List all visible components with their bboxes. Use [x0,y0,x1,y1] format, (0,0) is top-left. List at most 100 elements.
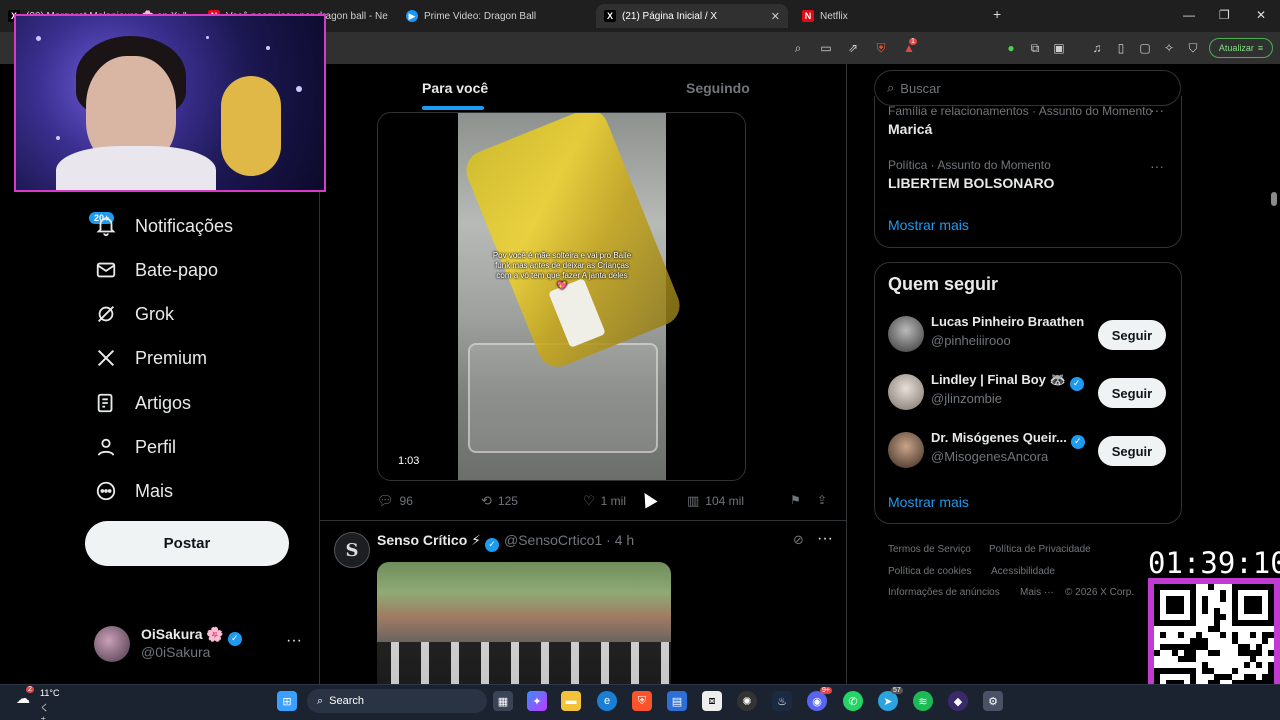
heart-icon: ♡ [583,493,595,508]
more-circle-icon [92,477,120,505]
obsidian-icon[interactable]: ◆ [948,691,968,711]
suggestion-name: Lucas Pinheiro Braathen [931,314,1085,329]
vpn-icon[interactable]: ⛉ [1186,41,1200,55]
post-divider [320,520,847,521]
footer-link[interactable]: Informações de anúncios [888,587,1000,598]
nav-grok[interactable]: Grok [92,299,174,329]
update-button[interactable]: Atualizar ≡ [1209,38,1273,58]
stream-timer: 01:39:10 [1148,546,1280,580]
window-close-icon[interactable]: ✕ [1256,8,1266,22]
settings-icon[interactable]: ⚙ [983,691,1003,711]
trend-title[interactable]: Maricá [888,121,932,137]
nav-profile[interactable]: Perfil [92,432,176,462]
like-button[interactable]: ♡ 1 mil [583,493,626,509]
mouse-cursor [638,489,658,509]
author-name[interactable]: Senso Crítico ⚡ ✓ [377,532,499,552]
tab-following[interactable]: Seguindo [686,80,750,96]
tweet-image[interactable] [377,562,671,684]
nav-notifications[interactable]: Notificações [92,211,233,241]
media-icon[interactable]: ♫ [1090,41,1104,55]
footer-link[interactable]: Termos de Serviço [888,544,971,555]
edge-icon[interactable]: e [597,691,617,711]
suggestion-name: Lindley | Final Boy 🦝 ✓ [931,372,1084,391]
close-tab-icon[interactable]: ✕ [771,10,780,23]
discord-badge: 9+ [820,687,832,694]
views-button[interactable]: ▥ 104 mil [687,493,744,509]
weather-badge: 2 [26,686,34,693]
tab-for-you[interactable]: Para você [422,80,488,96]
follow-button[interactable]: Seguir [1098,378,1166,408]
repost-button[interactable]: ⟲ 125 [481,493,518,509]
zoom-icon[interactable]: ⌕ [791,41,805,55]
trend-more-icon[interactable]: ··· [1150,102,1164,118]
more-options-icon[interactable]: ··· [286,632,302,650]
follow-suggestion[interactable]: Dr. Misógenes Queir... ✓ @MisogenesAncora… [888,430,1170,472]
share-post-icon[interactable]: ⇪ [817,493,827,507]
trend-meta: Política · Assunto do Momento [888,158,1051,172]
steam-icon[interactable]: ♨ [772,691,792,711]
store-icon[interactable]: ▤ [667,691,687,711]
mail-icon [92,256,120,284]
leo-ai-icon[interactable]: ✧ [1162,41,1176,55]
verified-icon: ✓ [227,631,242,646]
reply-button[interactable]: 💬︎ 96 [377,493,413,509]
telegram-icon[interactable]: ➤ [878,691,898,711]
spotify-icon[interactable]: ≋ [913,691,933,711]
show-more-follow-link[interactable]: Mostrar mais [888,494,969,510]
footer-link[interactable]: Política de Privacidade [989,544,1091,555]
whatsapp-icon[interactable]: ✆ [843,691,863,711]
account-switcher[interactable]: OiSakura 🌸 ✓ @0iSakura ··· [94,624,304,662]
wallet-2-icon[interactable]: ▢ [1138,41,1152,55]
bookmark-icon[interactable]: ⚑ [790,493,801,507]
copilot-icon[interactable]: ✦ [527,691,547,711]
trend-more-icon[interactable]: ··· [1150,158,1164,174]
browser-tab-3[interactable]: ▶ Prime Video: Dragon Ball [398,4,593,28]
capcut-icon[interactable]: ⧈ [702,691,722,711]
nav-premium[interactable]: Premium [92,343,207,373]
nav-articles[interactable]: Artigos [92,388,191,418]
taskbar-search[interactable]: ⌕ Search [307,689,487,713]
file-explorer-icon[interactable]: ▬ [561,691,581,711]
video-player[interactable]: Pov você é mãe solteira e vai pro Baile … [377,112,746,481]
new-tab-button[interactable]: + [993,6,1001,22]
browser-tab-5[interactable]: N Netflix [794,4,984,28]
scrollbar-thumb[interactable] [1271,192,1277,206]
chatgpt-icon[interactable]: ✺ [737,691,757,711]
vpn-status-icon[interactable]: ● [1004,41,1018,55]
nav-more[interactable]: Mais [92,476,173,506]
grok-explain-icon[interactable]: ⊘ [793,532,804,548]
follow-button[interactable]: Seguir [1098,320,1166,350]
post-button[interactable]: Postar [85,521,289,566]
author-avatar[interactable]: S [334,532,370,568]
follow-suggestion[interactable]: Lindley | Final Boy 🦝 ✓ @jlinzombie Segui… [888,372,1170,414]
verified-icon: ✓ [1070,434,1085,449]
trend-title[interactable]: LIBERTEM BOLSONARO [888,175,1054,191]
show-more-trends-link[interactable]: Mostrar mais [888,217,969,233]
footer-link[interactable]: Política de cookies [888,566,971,577]
article-icon [92,389,120,417]
maximize-icon[interactable]: ❐ [1219,8,1230,22]
more-options-icon[interactable]: ··· [817,530,833,548]
follow-suggestion[interactable]: Lucas Pinheiro Braathen @pinheiiirooo Se… [888,314,1170,356]
brave-icon[interactable]: ⛨ [632,691,652,711]
sidebar-icon[interactable]: ▯ [1114,41,1128,55]
start-button[interactable]: ⊞ [277,691,297,711]
discord-icon[interactable]: ◉ [807,691,827,711]
wallet-icon[interactable]: ▣ [1052,41,1066,55]
extensions-icon[interactable]: ⧉ [1028,41,1042,55]
footer-link[interactable]: Mais ··· [1020,587,1054,598]
share-icon[interactable]: ⇗ [846,41,860,55]
avatar [94,626,130,662]
minimize-icon[interactable]: — [1183,8,1195,22]
telegram-badge: 57 [891,687,903,694]
follow-button[interactable]: Seguir [1098,436,1166,466]
cast-icon[interactable]: ▭ [819,41,833,55]
browser-tab-4[interactable]: X (21) Página Inicial / X ✕ [596,4,788,28]
netflix-icon: N [802,10,814,22]
footer-link[interactable]: Acessibilidade [991,566,1055,577]
nav-chat[interactable]: Bate-papo [92,255,218,285]
avatar [888,432,924,468]
task-view-icon[interactable]: ▦ [493,691,513,711]
brave-shield-icon[interactable]: ⛨ [874,41,888,55]
crowd-banner [377,642,671,684]
